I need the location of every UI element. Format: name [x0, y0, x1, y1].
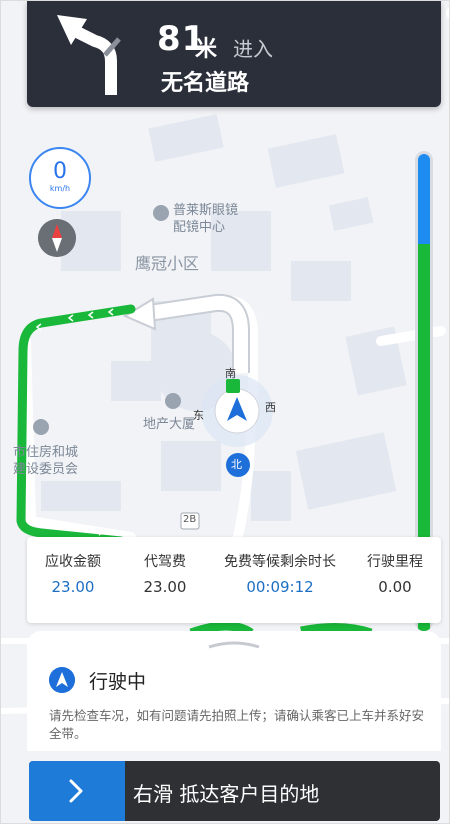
stat-driving-fee-value: 23.00 — [143, 578, 187, 596]
poi-label-estate: 地产大厦 — [143, 417, 196, 432]
stat-mileage-label: 行驶里程 — [367, 554, 423, 570]
poi-label-glasses-sub: 配镜中心 — [173, 220, 226, 235]
navigation-arrow-icon — [49, 667, 75, 693]
compass-east-label: 东 — [193, 409, 204, 422]
stat-mileage: 行驶里程 0.00 — [349, 537, 441, 623]
compass-west-label: 西 — [265, 401, 276, 414]
route-badge: 2B — [183, 514, 197, 525]
trip-stats-card: 应收金额 23.00 代驾费 23.00 免费等候剩余时长 00:09:12 行… — [27, 537, 441, 623]
trip-status-text: 行驶中 — [89, 671, 147, 693]
speed-value: 0 — [53, 159, 67, 184]
app-frame: 普莱斯眼镜 配镜中心 鹰冠小区 地产大厦 市住房和城 建设委员会 南 西 东 北… — [0, 0, 450, 824]
area-label: 鹰冠小区 — [135, 254, 200, 273]
stat-amount-value: 23.00 — [51, 578, 95, 596]
poi-label-housing-sub: 建设委员会 — [13, 462, 79, 477]
speed-unit: km/h — [49, 184, 71, 193]
stat-amount: 应收金额 23.00 — [27, 537, 119, 623]
stat-driving-fee-label: 代驾费 — [144, 554, 186, 570]
compass-icon[interactable] — [38, 219, 76, 257]
panel-drag-handle[interactable] — [207, 639, 261, 649]
compass-north-label: 北 — [231, 458, 242, 471]
turn-distance-unit: 米 — [195, 37, 218, 62]
navigation-instruction-card: 81 米 进入 无名道路 — [27, 1, 449, 107]
speedometer: 0 km/h — [29, 147, 91, 209]
chevron-right-icon — [69, 779, 83, 803]
road-name: 无名道路 — [161, 71, 250, 96]
safety-notice: 请先检查车况，如有问题请先拍照上传；请确认乘客已上车并系好安全带。 — [49, 708, 425, 741]
route-progress-traveled — [418, 154, 430, 244]
turn-left-arrow-icon — [57, 15, 121, 95]
stat-driving-fee: 代驾费 23.00 — [119, 537, 211, 623]
turn-action: 进入 — [233, 37, 273, 61]
compass-south-label: 南 — [225, 367, 236, 380]
trip-status-panel: 行驶中 请先检查车况，如有问题请先拍照上传；请确认乘客已上车并系好安全带。 — [27, 631, 441, 751]
stat-wait-time: 免费等候剩余时长 00:09:12 — [211, 537, 349, 623]
slider-label: 右滑 抵达客户目的地 — [133, 782, 320, 806]
stat-wait-time-label: 免费等候剩余时长 — [224, 554, 336, 570]
slider-knob[interactable] — [29, 761, 125, 821]
arrive-destination-slider[interactable]: 右滑 抵达客户目的地 — [29, 761, 440, 821]
stat-amount-label: 应收金额 — [45, 554, 101, 570]
gps-signal-icon — [446, 7, 449, 19]
stat-wait-time-value: 00:09:12 — [246, 578, 314, 596]
stat-mileage-value: 0.00 — [378, 578, 412, 596]
